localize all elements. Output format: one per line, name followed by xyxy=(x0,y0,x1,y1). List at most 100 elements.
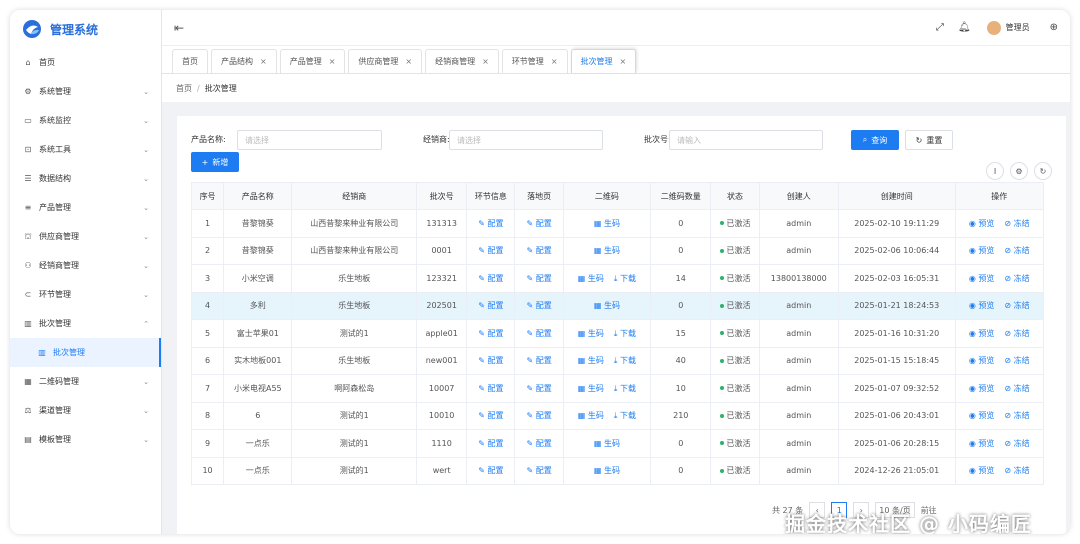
qr_gen-link[interactable]: ▦ 生码 xyxy=(594,219,620,228)
sidebar-item[interactable]: ⚇ 经销商管理 ⌄ xyxy=(10,251,161,280)
close-icon[interactable]: × xyxy=(620,57,627,66)
sidebar-item[interactable]: ▥ 批次管理 xyxy=(10,338,161,367)
sidebar-item[interactable]: ⌂ 首页 xyxy=(10,48,161,77)
table-row[interactable]: 4 多利 乐生地板 202501 ✎ 配置 ✎ 配置 ▦ 生码 0 已激活 admin 2025-0… xyxy=(190,291,1045,320)
table-row[interactable]: 1 昔黎锦葵 山西昔黎来种业有限公司 131313 ✎ 配置 ✎ 配置 ▦ 生码 0 已激活 ad… xyxy=(190,209,1045,238)
close-icon[interactable]: × xyxy=(551,57,558,66)
tab[interactable]: 供应商管理 × xyxy=(348,49,423,73)
sidebar-item[interactable]: ⛫ 供应商管理 ⌄ xyxy=(10,222,161,251)
freeze-link[interactable]: ⊘ 冻结 xyxy=(1004,466,1029,475)
avatar[interactable] xyxy=(986,20,1001,35)
freeze-link[interactable]: ⊘ 冻结 xyxy=(1004,246,1029,255)
tab[interactable]: 批次管理 × xyxy=(570,49,637,73)
link-link[interactable]: ✎ 配置 xyxy=(478,356,503,365)
view-link[interactable]: ◉ 预览 xyxy=(969,219,995,228)
view-link[interactable]: ◉ 预览 xyxy=(969,411,995,420)
dealer-select[interactable]: 请选择 xyxy=(449,130,603,150)
freeze-link[interactable]: ⊘ 冻结 xyxy=(1004,219,1029,228)
landing-link[interactable]: ✎ 配置 xyxy=(526,329,551,338)
view-link[interactable]: ◉ 预览 xyxy=(969,246,995,255)
column-height-icon[interactable]: I xyxy=(986,162,1004,180)
freeze-link[interactable]: ⊘ 冻结 xyxy=(1004,439,1029,448)
link-link[interactable]: ✎ 配置 xyxy=(478,219,503,228)
fullscreen-icon[interactable]: ⤢ xyxy=(936,22,944,33)
qr_dl-link[interactable]: ⤓ 下载 xyxy=(614,329,636,338)
freeze-link[interactable]: ⊘ 冻结 xyxy=(1004,384,1029,393)
table-row[interactable]: 3 小米空调 乐生地板 123321 ✎ 配置 ✎ 配置 ▦ 生码 ⤓ 下载 14 已激活 1380… xyxy=(190,264,1045,293)
view-link[interactable]: ◉ 预览 xyxy=(969,384,995,393)
view-link[interactable]: ◉ 预览 xyxy=(969,356,995,365)
add-button[interactable]: + 新增 xyxy=(191,152,239,172)
freeze-link[interactable]: ⊘ 冻结 xyxy=(1004,274,1029,283)
breadcrumb-home[interactable]: 首页 xyxy=(176,83,192,94)
sidebar-item[interactable]: ⚙ 系统管理 ⌄ xyxy=(10,77,161,106)
bell-icon[interactable]: 🔔︎ xyxy=(958,22,971,33)
landing-link[interactable]: ✎ 配置 xyxy=(526,301,551,310)
qr_gen-link[interactable]: ▦ 生码 xyxy=(594,439,620,448)
table-row[interactable]: 8 6 测试的1 10010 ✎ 配置 ✎ 配置 ▦ 生码 ⤓ 下载 210 已激活 admin 20… xyxy=(190,401,1045,430)
view-link[interactable]: ◉ 预览 xyxy=(969,274,995,283)
qr_gen-link[interactable]: ▦ 生码 xyxy=(578,384,604,393)
sidebar-item[interactable]: ⚖ 渠道管理 ⌄ xyxy=(10,396,161,425)
view-link[interactable]: ◉ 预览 xyxy=(969,466,995,475)
sidebar-item[interactable]: ▥ 批次管理 ⌃ xyxy=(10,309,161,338)
close-icon[interactable]: × xyxy=(329,57,336,66)
sidebar-item[interactable]: ▤ 模板管理 ⌄ xyxy=(10,425,161,454)
qr_gen-link[interactable]: ▦ 生码 xyxy=(578,356,604,365)
menu-collapse-icon[interactable]: ⇤ xyxy=(174,21,184,35)
table-row[interactable]: 5 富士苹果01 测试的1 apple01 ✎ 配置 ✎ 配置 ▦ 生码 ⤓ 下载 15 已激活 a… xyxy=(190,319,1045,348)
qr_gen-link[interactable]: ▦ 生码 xyxy=(578,274,604,283)
landing-link[interactable]: ✎ 配置 xyxy=(526,246,551,255)
tab[interactable]: 经销商管理 × xyxy=(425,49,499,73)
qr_gen-link[interactable]: ▦ 生码 xyxy=(578,411,604,420)
tab[interactable]: 产品管理 × xyxy=(279,49,346,73)
landing-link[interactable]: ✎ 配置 xyxy=(526,411,551,420)
sidebar-item[interactable]: ⊡ 系统工具 ⌄ xyxy=(10,135,161,164)
qr_gen-link[interactable]: ▦ 生码 xyxy=(594,301,620,310)
column-settings-icon[interactable]: ⚙ xyxy=(1010,162,1028,180)
sidebar-item[interactable]: ≡ 产品管理 ⌄ xyxy=(10,193,161,222)
sidebar-item[interactable]: ⊂ 环节管理 ⌄ xyxy=(10,280,161,309)
batch-input[interactable]: 请输入 xyxy=(669,130,823,150)
sidebar-item[interactable]: ☰ 数据结构 ⌄ xyxy=(10,164,161,193)
language-icon[interactable]: ⊕ xyxy=(1050,22,1058,33)
sidebar-item[interactable]: ▦ 二维码管理 ⌄ xyxy=(10,367,161,396)
landing-link[interactable]: ✎ 配置 xyxy=(526,274,551,283)
freeze-link[interactable]: ⊘ 冻结 xyxy=(1004,411,1029,420)
link-link[interactable]: ✎ 配置 xyxy=(478,274,503,283)
reset-button[interactable]: ↻ 重置 xyxy=(905,130,953,150)
view-link[interactable]: ◉ 预览 xyxy=(969,301,995,310)
view-link[interactable]: ◉ 预览 xyxy=(969,439,995,448)
link-link[interactable]: ✎ 配置 xyxy=(478,439,503,448)
search-button[interactable]: ⌕ 查询 xyxy=(851,130,899,150)
table-row[interactable]: 7 小米电视A55 啊阿森松岛 10007 ✎ 配置 ✎ 配置 ▦ 生码 ⤓ 下载 10 已激活 a… xyxy=(190,374,1045,403)
qr_dl-link[interactable]: ⤓ 下载 xyxy=(614,384,636,393)
link-link[interactable]: ✎ 配置 xyxy=(478,301,503,310)
landing-link[interactable]: ✎ 配置 xyxy=(526,219,551,228)
qr_gen-link[interactable]: ▦ 生码 xyxy=(578,329,604,338)
link-link[interactable]: ✎ 配置 xyxy=(478,466,503,475)
sidebar-item[interactable]: ▭ 系统监控 ⌄ xyxy=(10,106,161,135)
qr_dl-link[interactable]: ⤓ 下载 xyxy=(614,274,636,283)
freeze-link[interactable]: ⊘ 冻结 xyxy=(1004,356,1029,365)
table-row[interactable]: 6 实木地板001 乐生地板 new001 ✎ 配置 ✎ 配置 ▦ 生码 ⤓ 下载 40 已激活 a… xyxy=(190,346,1045,375)
qr_gen-link[interactable]: ▦ 生码 xyxy=(594,466,620,475)
qr_dl-link[interactable]: ⤓ 下载 xyxy=(614,411,636,420)
landing-link[interactable]: ✎ 配置 xyxy=(526,356,551,365)
link-link[interactable]: ✎ 配置 xyxy=(478,246,503,255)
landing-link[interactable]: ✎ 配置 xyxy=(526,384,551,393)
refresh-icon[interactable]: ↻ xyxy=(1034,162,1052,180)
freeze-link[interactable]: ⊘ 冻结 xyxy=(1004,329,1029,338)
tab[interactable]: 首页 xyxy=(172,49,208,73)
tab[interactable]: 产品结构 × xyxy=(211,49,277,73)
link-link[interactable]: ✎ 配置 xyxy=(478,384,503,393)
product-select[interactable]: 请选择 xyxy=(237,130,382,150)
landing-link[interactable]: ✎ 配置 xyxy=(526,439,551,448)
freeze-link[interactable]: ⊘ 冻结 xyxy=(1004,301,1029,310)
table-row[interactable]: 9 一点乐 测试的1 1110 ✎ 配置 ✎ 配置 ▦ 生码 0 已激活 admin 2025-01… xyxy=(190,429,1045,458)
close-icon[interactable]: × xyxy=(482,57,489,66)
table-row[interactable]: 10 一点乐 测试的1 wert ✎ 配置 ✎ 配置 ▦ 生码 0 已激活 admin 2024-1… xyxy=(190,456,1045,485)
link-link[interactable]: ✎ 配置 xyxy=(478,411,503,420)
close-icon[interactable]: × xyxy=(260,57,267,66)
username[interactable]: 管理员 xyxy=(1006,22,1030,33)
